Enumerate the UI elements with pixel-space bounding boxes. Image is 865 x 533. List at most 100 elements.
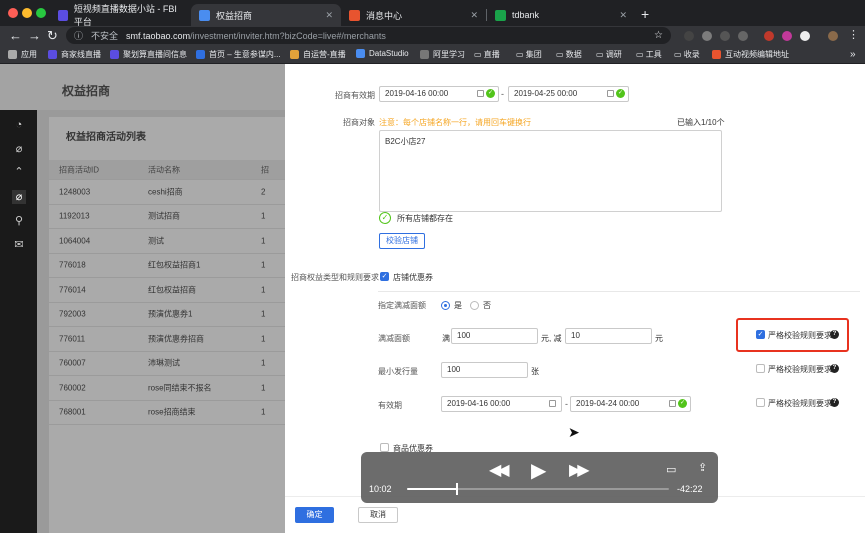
shop-coupon-checkbox[interactable]: ✓ (380, 272, 389, 281)
back-arrow-icon[interactable]: ← (9, 28, 22, 43)
specify-no-radio[interactable] (470, 301, 479, 310)
profile-avatar[interactable] (828, 31, 838, 41)
table-header-row: 招商活动ID 活动名称 招 (49, 160, 285, 180)
table-row[interactable]: 760007 沛琳测试 1 (49, 352, 285, 376)
menu-kebab-icon[interactable]: ⋮ (848, 28, 859, 41)
close-tab-icon[interactable]: ✕ (325, 10, 333, 21)
confirm-button[interactable]: 确定 (295, 507, 334, 523)
verify-shops-button[interactable]: 校验店铺 (379, 233, 425, 249)
tab-fbi[interactable]: 短视频直播数据小站 - FBI平台 (50, 4, 190, 27)
specify-yes-radio[interactable] (441, 301, 450, 310)
bookmark-folder[interactable]: ▭ 收录 (674, 49, 700, 60)
extension-shield-icon[interactable] (720, 31, 730, 41)
table-row[interactable]: 1248003 ceshi招商 2 (49, 180, 285, 205)
discount-amount-input[interactable]: 10 (565, 328, 652, 344)
help-question-icon[interactable]: ? (830, 398, 839, 407)
column-header: 招 (261, 165, 269, 174)
tab-message[interactable]: 消息中心 ✕ (341, 4, 486, 26)
close-window-button[interactable] (8, 8, 18, 18)
maximize-window-button[interactable] (36, 8, 46, 18)
cancel-button[interactable]: 取消 (358, 507, 398, 523)
page-header (0, 64, 285, 110)
table-row[interactable]: 776014 红包权益招商 1 (49, 278, 285, 303)
full-amount-input[interactable]: 100 (451, 328, 538, 344)
table-row[interactable]: 760002 rose同结束不报名 1 (49, 376, 285, 401)
bookmark-folder[interactable]: ▭ 直播 (474, 49, 500, 60)
period-start-picker[interactable]: 2019-04-16 00:00 ✓ (379, 86, 499, 102)
collapse-up-icon[interactable]: ⌃ (12, 165, 26, 179)
bookmark-item[interactable]: 商家线直播 (48, 49, 101, 60)
goods-coupon-checkbox[interactable] (380, 443, 389, 452)
bookmark-folder[interactable]: ▭ 工具 (636, 49, 662, 60)
help-question-icon[interactable]: ? (830, 364, 839, 373)
extension-pen-icon[interactable] (702, 31, 712, 41)
page-title: 权益招商 (62, 84, 111, 98)
extension-grid-icon[interactable] (738, 31, 748, 41)
bookmark-item[interactable]: 互动视频编辑地址 (712, 49, 789, 60)
bookmark-item[interactable]: 首页 – 生意参谋内... (196, 49, 281, 60)
bookmark-item[interactable]: 聚划算直播间信息 (110, 49, 187, 60)
dashboard-icon[interactable]: ◔ (12, 118, 26, 132)
more-bookmarks-icon[interactable]: » (850, 49, 856, 60)
help-question-icon[interactable]: ? (830, 330, 839, 339)
scrubber-handle[interactable] (455, 483, 458, 495)
close-tab-icon[interactable]: ✕ (470, 10, 478, 21)
remaining-time: -42:22 (677, 484, 703, 494)
period-end-picker[interactable]: 2019-04-25 00:00 ✓ (508, 86, 629, 102)
play-icon[interactable]: ▶ (531, 458, 546, 483)
bookmark-favicon-icon (48, 50, 57, 59)
mail-icon[interactable]: ✉ (12, 238, 26, 252)
forward-arrow-icon[interactable]: → (28, 28, 41, 43)
close-tab-icon[interactable]: ✕ (619, 10, 627, 21)
table-row[interactable]: 1064004 测试 1 (49, 229, 285, 254)
bookmark-item[interactable]: 阿里学习 (420, 49, 465, 60)
min-issue-input[interactable]: 100 (441, 362, 528, 378)
validity-start-picker[interactable]: 2019-04-16 00:00 (441, 396, 562, 412)
table-row[interactable]: 776011 预演优惠券招商 1 (49, 327, 285, 352)
bookmark-item[interactable]: DataStudio (356, 49, 409, 58)
success-check-icon: ✓ (379, 212, 391, 224)
extension-mail-icon[interactable] (764, 31, 774, 41)
airplay-icon[interactable]: ▭ (666, 463, 676, 476)
extension-info-icon[interactable] (684, 31, 694, 41)
new-tab-plus-icon[interactable]: + (641, 6, 649, 22)
minimize-window-button[interactable] (22, 8, 32, 18)
clip-icon[interactable]: ⌀ (12, 142, 26, 156)
bookmark-folder[interactable]: ▭ 集团 (516, 49, 542, 60)
strict-check-checkbox[interactable] (756, 398, 765, 407)
tab-quanyi[interactable]: 权益招商 ✕ (191, 4, 341, 26)
progress-scrubber[interactable] (407, 483, 669, 495)
strict-check-checkbox[interactable] (756, 364, 765, 373)
rights-clip-icon[interactable]: ⌀ (12, 190, 26, 204)
fast-forward-icon[interactable]: ▶▶ (569, 460, 590, 480)
share-icon[interactable]: ⇪ (698, 461, 707, 474)
url-path: /investment/inviter.htm?bizCode=live#/me… (190, 30, 386, 41)
bookmark-star-icon[interactable]: ☆ (654, 30, 663, 41)
address-bar[interactable]: ⓘ 不安全 smf.taobao.com /investment/inviter… (66, 27, 671, 44)
rights-type-label: 招商权益类型和规则要求 (291, 273, 379, 282)
bookmark-folder[interactable]: ▭ 数据 (556, 49, 582, 60)
period-label: 招商有效期 (335, 91, 375, 100)
extension-ring-icon[interactable] (800, 31, 810, 41)
bookmark-item[interactable]: 应用 (8, 49, 37, 60)
quanyi-favicon-icon (199, 9, 210, 21)
apps-grid-icon (8, 50, 17, 59)
bookmark-item[interactable]: 自运营-直播 (290, 49, 346, 60)
table-row[interactable]: 776018 红包权益招商1 1 (49, 254, 285, 278)
table-row[interactable]: 1192013 测试招商 1 (49, 205, 285, 229)
target-shops-textarea[interactable]: B2C小店27 (379, 130, 722, 212)
target-count: 已输入1/10个 (677, 118, 725, 127)
validity-end-picker[interactable]: 2019-04-24 00:00 ✓ (570, 396, 691, 412)
folder-icon: ▭ (556, 50, 566, 59)
reload-icon[interactable]: ↻ (47, 28, 58, 44)
bookmark-folder[interactable]: ▭ 调研 (596, 49, 622, 60)
bookmark-favicon-icon (290, 50, 299, 59)
strict-check-checkbox[interactable]: ✓ (756, 330, 765, 339)
range-separator: - (501, 89, 504, 99)
table-row[interactable]: 768001 rose招商结束 1 (49, 401, 285, 425)
tab-tdbank[interactable]: tdbank ✕ (487, 4, 635, 26)
extension-puzzle-icon[interactable] (782, 31, 792, 41)
user-icon[interactable]: ⚲ (12, 214, 26, 228)
rewind-icon[interactable]: ◀◀ (489, 460, 510, 480)
table-row[interactable]: 792003 预演优惠券1 1 (49, 303, 285, 327)
